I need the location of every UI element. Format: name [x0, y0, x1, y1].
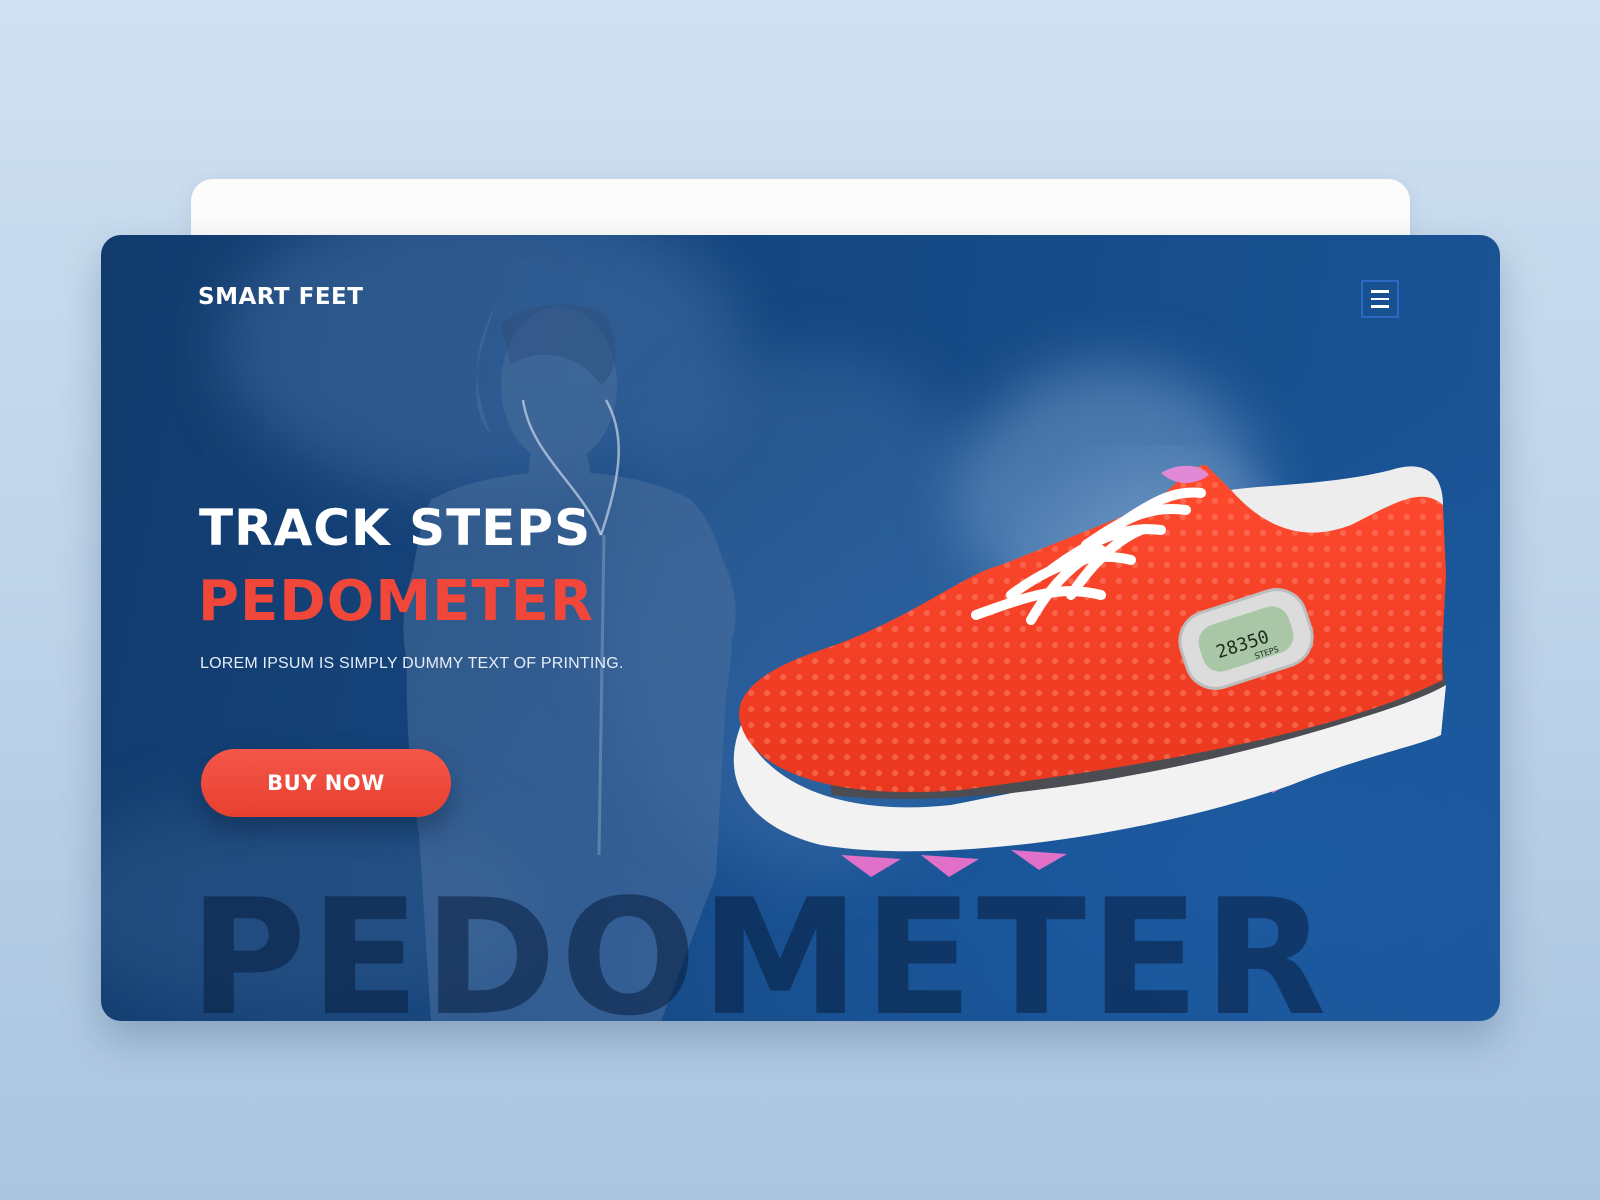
menu-bar	[1371, 290, 1389, 293]
brand-logo[interactable]: SMART FEET	[198, 284, 363, 310]
hero-subtitle: PEDOMETER	[198, 569, 594, 634]
buy-now-button[interactable]: BUY NOW	[201, 749, 451, 817]
hero-tagline: LOREM IPSUM IS SIMPLY DUMMY TEXT OF PRIN…	[200, 655, 624, 672]
hero-title: TRACK STEPS	[199, 499, 592, 557]
hero-banner: PEDOMETER SMART FEET TRACK STEPS PEDOMET…	[101, 235, 1500, 1021]
menu-bar	[1371, 305, 1389, 308]
shoe-product-image: 28350 STEPS	[733, 445, 1446, 877]
menu-bar	[1371, 297, 1389, 301]
hamburger-menu-icon[interactable]	[1361, 280, 1399, 318]
